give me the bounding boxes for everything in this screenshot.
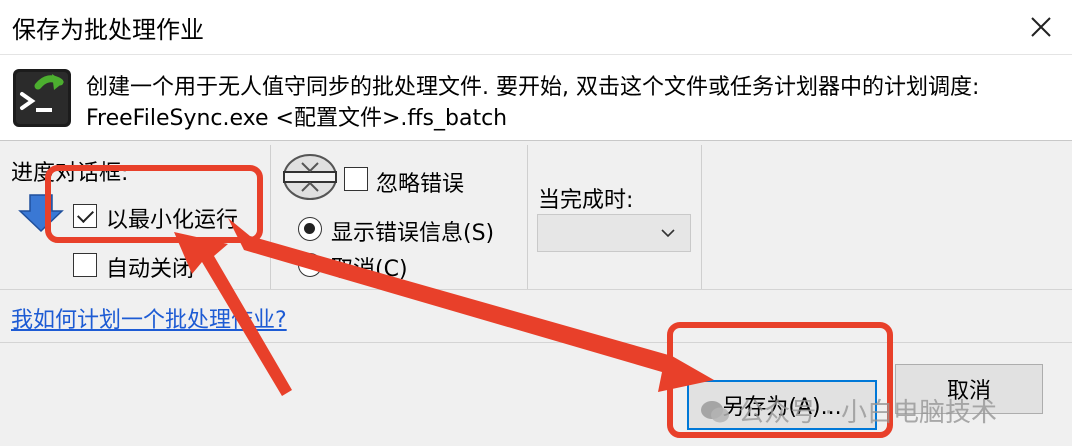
show-error-message-label[interactable]: 显示错误信息(S) xyxy=(331,215,494,247)
options-panel: 进度对话框: 以最小化运行 自动关闭 忽略错误 显示错误信息(S) 取消(C) … xyxy=(0,140,1072,290)
info-bar: 创建一个用于无人值守同步的批处理文件. 要开始, 双击这个文件或任务计划器中的计… xyxy=(0,54,1072,140)
close-button[interactable] xyxy=(1010,0,1072,54)
freefilesync-batch-icon xyxy=(13,69,71,127)
on-completion-dropdown[interactable] xyxy=(537,214,691,252)
run-minimized-checkbox[interactable] xyxy=(73,204,97,228)
error-handling-icon xyxy=(283,154,337,200)
footer: 我如何计划一个批处理作业? 另存为(A)... 取消 xyxy=(0,290,1072,446)
auto-close-checkbox[interactable] xyxy=(73,253,97,277)
ignore-errors-label[interactable]: 忽略错误 xyxy=(376,166,464,198)
auto-close-label[interactable]: 自动关闭 xyxy=(106,251,194,283)
cancel-on-error-label[interactable]: 取消(C) xyxy=(331,251,408,283)
on-completion-label: 当完成时: xyxy=(538,188,634,213)
progress-dialog-label: 进度对话框: xyxy=(11,161,129,186)
cancel-on-error-radio[interactable] xyxy=(298,253,322,277)
show-error-message-radio[interactable] xyxy=(298,217,322,241)
cancel-button[interactable]: 取消 xyxy=(895,364,1043,414)
schedule-help-link[interactable]: 我如何计划一个批处理作业? xyxy=(11,302,287,334)
save-as-button[interactable]: 另存为(A)... xyxy=(687,380,877,430)
separator xyxy=(701,145,702,289)
cancel-label: 取消 xyxy=(946,379,991,404)
window-title: 保存为批处理作业 xyxy=(12,16,204,44)
ignore-errors-checkbox[interactable] xyxy=(344,167,368,191)
run-minimized-label[interactable]: 以最小化运行 xyxy=(106,202,238,234)
chevron-down-icon xyxy=(661,229,675,238)
info-description: 创建一个用于无人值守同步的批处理文件. 要开始, 双击这个文件或任务计划器中的计… xyxy=(86,75,980,100)
divider xyxy=(0,342,1072,343)
separator xyxy=(527,145,528,289)
title-bar: 保存为批处理作业 xyxy=(0,0,1072,54)
close-icon[interactable] xyxy=(1030,16,1052,38)
info-command: FreeFileSync.exe <配置文件>.ffs_batch xyxy=(86,106,508,131)
minimize-arrow-icon xyxy=(18,194,64,233)
separator xyxy=(270,145,271,289)
save-as-label: 另存为(A)... xyxy=(722,395,842,420)
